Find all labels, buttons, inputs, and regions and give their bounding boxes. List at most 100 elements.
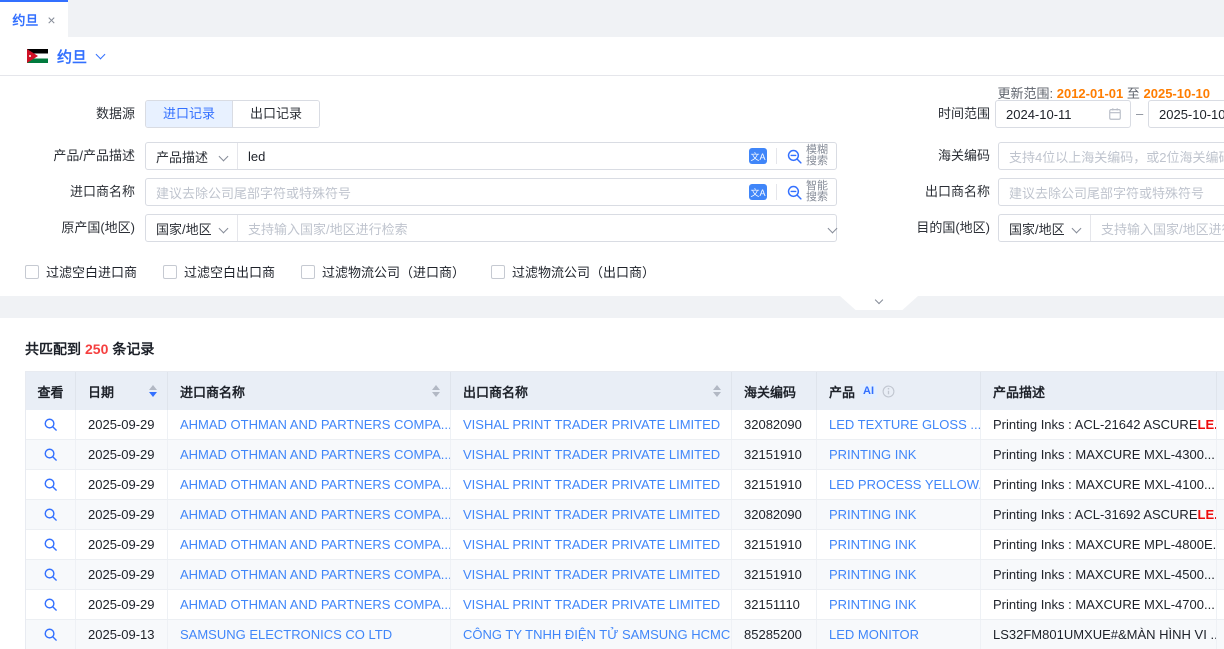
checkbox-icon[interactable] <box>25 265 39 279</box>
header-hs-code: 海关编码 <box>732 372 817 410</box>
product-type-select[interactable]: 产品描述 <box>146 143 238 169</box>
product-type-value: 产品描述 <box>156 147 208 166</box>
view-record-button[interactable] <box>43 537 58 552</box>
checkbox-filter-logistics-exporter[interactable]: 过滤物流公司（出口商） <box>491 262 655 281</box>
header-description: 产品描述 <box>981 372 1217 410</box>
date-cell: 2025-09-29 <box>76 410 168 439</box>
product-search-input[interactable]: led <box>238 149 749 164</box>
product-link[interactable]: LED PROCESS YELLOW... <box>817 470 981 499</box>
checkbox-filter-blank-importer[interactable]: 过滤空白进口商 <box>25 262 137 281</box>
close-tab-icon[interactable]: × <box>47 13 55 27</box>
data-source-label: 数据源 <box>0 100 135 128</box>
tab-jordan[interactable]: 约旦 × <box>0 0 68 37</box>
product-link[interactable]: PRINTING INK <box>817 500 981 529</box>
summary-suffix: 条记录 <box>112 341 154 357</box>
description-cell: Printing Inks : ACL-31692 ASCURE LE... <box>981 500 1217 529</box>
view-record-button[interactable] <box>43 567 58 582</box>
table-row: 2025-09-29AHMAD OTHMAN AND PARTNERS COMP… <box>26 440 1224 470</box>
destination-country-group: 国家/地区 支持输入国家/地区进行检索 <box>998 214 1224 242</box>
checkbox-icon[interactable] <box>301 265 315 279</box>
smart-search-button[interactable]: 智能搜索 <box>786 181 828 203</box>
importer-link[interactable]: SAMSUNG ELECTRONICS CO LTD <box>168 620 451 649</box>
view-record-button[interactable] <box>43 507 58 522</box>
view-record-button[interactable] <box>43 417 58 432</box>
view-record-button[interactable] <box>43 627 58 642</box>
hs-code-cell: 32151910 <box>732 470 817 499</box>
collapse-panel-button[interactable] <box>840 296 918 310</box>
translate-icon[interactable]: 文A <box>749 184 767 200</box>
exporter-name-input[interactable]: 建议去除公司尾部字符或特殊符号 <box>998 178 1224 206</box>
checkbox-label: 过滤空白出口商 <box>184 262 275 281</box>
hs-code-input[interactable]: 支持4位以上海关编码，或2位海关编码加 <box>998 142 1224 170</box>
importer-link[interactable]: AHMAD OTHMAN AND PARTNERS COMPA... <box>168 410 451 439</box>
table-row: 2025-09-29AHMAD OTHMAN AND PARTNERS COMP… <box>26 560 1224 590</box>
checkbox-label: 过滤空白进口商 <box>46 262 137 281</box>
tab-export-records[interactable]: 出口记录 <box>232 101 319 127</box>
importer-link[interactable]: AHMAD OTHMAN AND PARTNERS COMPA... <box>168 590 451 619</box>
view-record-button[interactable] <box>43 447 58 462</box>
importer-link[interactable]: AHMAD OTHMAN AND PARTNERS COMPA... <box>168 560 451 589</box>
product-link[interactable]: PRINTING INK <box>817 560 981 589</box>
sort-exporter-control[interactable] <box>707 385 721 397</box>
keyword-highlight: LE... <box>1198 417 1218 432</box>
checkbox-label: 过滤物流公司（出口商） <box>512 262 655 281</box>
importer-link[interactable]: AHMAD OTHMAN AND PARTNERS COMPA... <box>168 530 451 559</box>
view-cell <box>26 410 76 439</box>
sort-date-control[interactable] <box>143 385 157 397</box>
view-record-button[interactable] <box>43 597 58 612</box>
origin-country-select[interactable]: 国家/地区 <box>146 215 238 241</box>
product-link[interactable]: PRINTING INK <box>817 530 981 559</box>
exporter-link[interactable]: VISHAL PRINT TRADER PRIVATE LIMITED <box>451 530 732 559</box>
description-cell: Printing Inks : MAXCURE MPL-4800E... <box>981 530 1217 559</box>
checkbox-filter-blank-exporter[interactable]: 过滤空白出口商 <box>163 262 275 281</box>
importer-link[interactable]: AHMAD OTHMAN AND PARTNERS COMPA... <box>168 440 451 469</box>
checkbox-filter-logistics-importer[interactable]: 过滤物流公司（进口商） <box>301 262 465 281</box>
checkbox-icon[interactable] <box>491 265 505 279</box>
origin-country-input[interactable]: 支持输入国家/地区进行检索 <box>238 219 829 238</box>
start-date-input[interactable]: 2024-10-11 <box>995 100 1131 128</box>
product-label: 产品/产品描述 <box>0 142 135 170</box>
description-cell: LS32FM801UMXUE#&MÀN HÌNH VI ... <box>981 620 1217 649</box>
importer-name-input[interactable]: 建议去除公司尾部字符或特殊符号 <box>146 183 749 202</box>
smart-search-label: 智能搜索 <box>806 181 828 203</box>
importer-link[interactable]: AHMAD OTHMAN AND PARTNERS COMPA... <box>168 470 451 499</box>
exporter-link[interactable]: VISHAL PRINT TRADER PRIVATE LIMITED <box>451 590 732 619</box>
translate-icon[interactable]: 文A <box>749 148 767 164</box>
exporter-link[interactable]: VISHAL PRINT TRADER PRIVATE LIMITED <box>451 560 732 589</box>
table-row: 2025-09-29AHMAD OTHMAN AND PARTNERS COMP… <box>26 410 1224 440</box>
view-record-button[interactable] <box>43 477 58 492</box>
date-cell: 2025-09-29 <box>76 590 168 619</box>
exporter-link[interactable]: CÔNG TY TNHH ĐIỆN TỬ SAMSUNG HCMC... <box>451 620 732 649</box>
product-link[interactable]: PRINTING INK <box>817 440 981 469</box>
exporter-link[interactable]: VISHAL PRINT TRADER PRIVATE LIMITED <box>451 500 732 529</box>
product-link[interactable]: PRINTING INK <box>817 590 981 619</box>
end-date-input[interactable]: 2025-10-10 <box>1148 100 1224 128</box>
importer-link[interactable]: AHMAD OTHMAN AND PARTNERS COMPA... <box>168 500 451 529</box>
fuzzy-search-button[interactable]: 模糊搜索 <box>786 145 828 167</box>
sort-importer-control[interactable] <box>426 385 440 397</box>
destination-country-input[interactable]: 支持输入国家/地区进行检索 <box>1091 219 1224 238</box>
chevron-down-icon[interactable] <box>96 49 106 59</box>
header-exporter: 出口商名称 <box>451 372 732 410</box>
exporter-link[interactable]: VISHAL PRINT TRADER PRIVATE LIMITED <box>451 440 732 469</box>
header-importer: 进口商名称 <box>168 372 451 410</box>
product-link[interactable]: LED TEXTURE GLOSS ... <box>817 410 981 439</box>
hs-code-label: 海关编码 <box>845 142 990 170</box>
keyword-highlight: LE... <box>1198 507 1218 522</box>
table-body: 2025-09-29AHMAD OTHMAN AND PARTNERS COMP… <box>26 410 1224 649</box>
exporter-link[interactable]: VISHAL PRINT TRADER PRIVATE LIMITED <box>451 410 732 439</box>
end-date-value: 2025-10-10 <box>1149 107 1224 122</box>
destination-country-select[interactable]: 国家/地区 <box>999 215 1091 241</box>
exporter-link[interactable]: VISHAL PRINT TRADER PRIVATE LIMITED <box>451 470 732 499</box>
info-icon[interactable] <box>882 385 895 398</box>
destination-country-label: 目的国(地区) <box>845 214 990 242</box>
tab-import-records[interactable]: 进口记录 <box>146 101 232 127</box>
product-link[interactable]: LED MONITOR <box>817 620 981 649</box>
results-table: 查看 日期 进口商名称 出口商名称 海关编码 产品 AI <box>25 371 1224 649</box>
country-name[interactable]: 约旦 <box>57 46 87 67</box>
view-cell <box>26 440 76 469</box>
importer-name-label: 进口商名称 <box>0 178 135 206</box>
checkbox-icon[interactable] <box>163 265 177 279</box>
summary-prefix: 共匹配到 <box>25 341 81 357</box>
filler-cell <box>1217 410 1224 439</box>
